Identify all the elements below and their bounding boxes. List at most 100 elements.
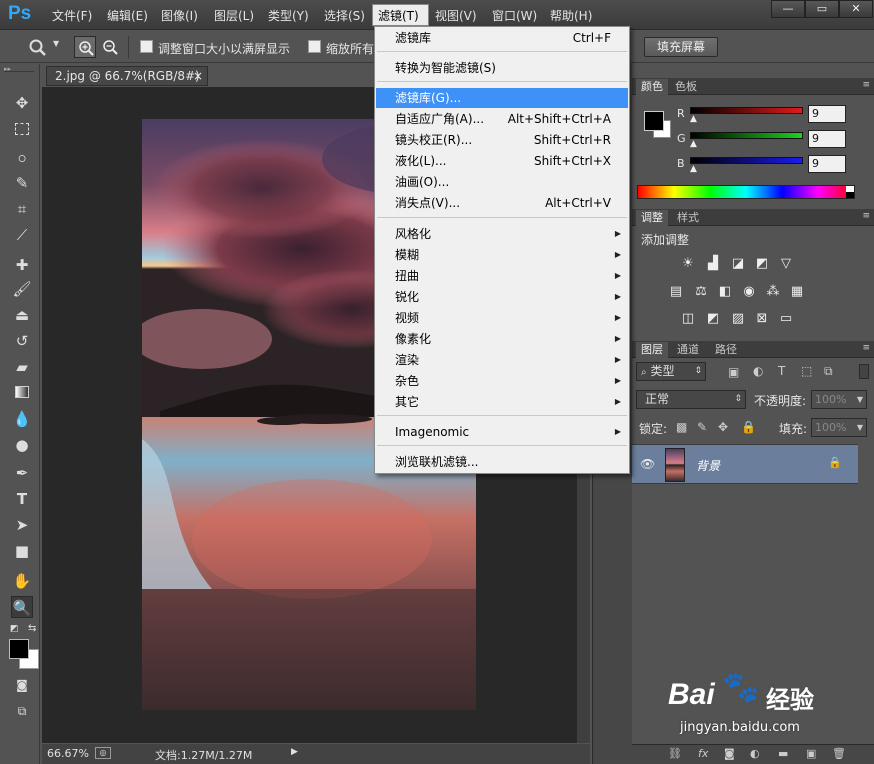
- close-window-button[interactable]: ✕: [839, 0, 873, 18]
- history-brush-tool-icon[interactable]: ↺: [11, 330, 33, 352]
- menu-item-pixelate[interactable]: 像素化 ▶: [376, 329, 628, 349]
- menu-filter[interactable]: 滤镜(T): [378, 7, 419, 24]
- menu-item-render[interactable]: 渲染 ▶: [376, 350, 628, 370]
- opacity-input[interactable]: 100% ▼: [811, 390, 867, 409]
- menu-item-convert-smart-filter[interactable]: 转换为智能滤镜(S): [376, 58, 628, 78]
- lock-transparent-icon[interactable]: ▩: [676, 420, 687, 434]
- foreground-color-swatch[interactable]: [9, 639, 29, 659]
- color-panel-menu-icon[interactable]: ≡: [862, 80, 870, 90]
- quick-mask-icon[interactable]: ◙: [11, 674, 33, 696]
- move-tool-icon[interactable]: ✥: [11, 92, 33, 114]
- menu-image[interactable]: 图像(I): [161, 7, 198, 24]
- menu-item-distort[interactable]: 扭曲 ▶: [376, 266, 628, 286]
- stamp-tool-icon[interactable]: ⏏: [11, 304, 33, 326]
- color-lookup-icon[interactable]: ▦: [788, 284, 806, 300]
- tab-styles[interactable]: 样式: [672, 210, 704, 226]
- adjustments-panel-menu-icon[interactable]: ≡: [862, 211, 870, 221]
- tab-layers[interactable]: 图层: [636, 342, 668, 358]
- channel-b-slider[interactable]: [690, 157, 803, 164]
- gradient-map-icon[interactable]: ▭: [777, 311, 795, 327]
- zoom-in-icon[interactable]: [74, 36, 96, 58]
- menu-item-sharpen[interactable]: 锐化 ▶: [376, 287, 628, 307]
- channel-g-thumb-icon[interactable]: ▲: [690, 139, 697, 149]
- menu-item-other[interactable]: 其它 ▶: [376, 392, 628, 412]
- color-balance-icon[interactable]: ⚖: [692, 284, 710, 300]
- filter-shape-icon[interactable]: ⬚: [801, 364, 812, 378]
- tab-paths[interactable]: 路径: [710, 342, 742, 358]
- new-adjustment-layer-icon[interactable]: ◐: [750, 747, 760, 760]
- menu-item-noise[interactable]: 杂色 ▶: [376, 371, 628, 391]
- menu-item-oil-paint[interactable]: 油画(O)...: [376, 172, 628, 192]
- tab-swatches[interactable]: 色板: [670, 79, 702, 95]
- levels-icon[interactable]: ▟: [704, 256, 722, 272]
- menu-item-imagenomic[interactable]: Imagenomic ▶: [376, 422, 628, 442]
- channel-b-value[interactable]: 9: [808, 155, 846, 173]
- channel-b-thumb-icon[interactable]: ▲: [690, 164, 697, 174]
- tab-channels[interactable]: 通道: [672, 342, 704, 358]
- menu-item-stylize[interactable]: 风格化 ▶: [376, 224, 628, 244]
- default-colors-icon[interactable]: ◩: [10, 624, 19, 634]
- menu-item-video[interactable]: 视频 ▶: [376, 308, 628, 328]
- toolbar-collapse-icon[interactable]: ▸▸: [4, 66, 34, 73]
- menu-item-filter-gallery-last[interactable]: 滤镜库 Ctrl+F: [376, 28, 628, 48]
- layer-kind-filter[interactable]: ⌕ 类型 ⇕: [636, 362, 706, 381]
- filter-adjustment-icon[interactable]: ◐: [753, 364, 763, 378]
- layer-name[interactable]: 背景: [696, 457, 720, 474]
- menu-item-adaptive-wide-angle[interactable]: 自适应广角(A)... Alt+Shift+Ctrl+A: [376, 109, 628, 129]
- status-info-icon[interactable]: ◎: [95, 747, 111, 759]
- fill-screen-button[interactable]: 填充屏幕: [644, 37, 718, 57]
- menu-edit[interactable]: 编辑(E): [107, 7, 148, 24]
- new-group-icon[interactable]: ▬: [778, 747, 788, 760]
- document-tab-close-icon[interactable]: ×: [193, 67, 203, 85]
- channel-mixer-icon[interactable]: ⁂: [764, 284, 782, 300]
- exposure-icon[interactable]: ◩: [753, 256, 771, 272]
- fill-input[interactable]: 100% ▼: [811, 418, 867, 437]
- dodge-tool-icon[interactable]: ●: [11, 434, 33, 456]
- blur-tool-icon[interactable]: 💧: [11, 408, 33, 430]
- lock-image-icon[interactable]: ✎: [697, 420, 707, 434]
- lock-position-icon[interactable]: ✥: [718, 420, 728, 434]
- healing-brush-tool-icon[interactable]: ✚: [11, 254, 33, 276]
- path-select-tool-icon[interactable]: ➤: [11, 514, 33, 536]
- layer-visibility-eye-icon[interactable]: 👁: [640, 457, 655, 471]
- screen-mode-icon[interactable]: ⧉: [11, 700, 33, 722]
- zoom-all-checkbox[interactable]: [308, 40, 321, 53]
- menu-layer[interactable]: 图层(L): [214, 7, 254, 24]
- menu-type[interactable]: 类型(Y): [268, 7, 309, 24]
- hue-saturation-icon[interactable]: ▤: [667, 284, 685, 300]
- channel-g-slider[interactable]: [690, 132, 803, 139]
- swap-colors-icon[interactable]: ⇆: [28, 623, 36, 634]
- channel-g-value[interactable]: 9: [808, 130, 846, 148]
- curves-icon[interactable]: ◪: [729, 256, 747, 272]
- menu-file[interactable]: 文件(F): [52, 7, 92, 24]
- filter-type-icon[interactable]: T: [778, 364, 785, 378]
- type-tool-icon[interactable]: T: [11, 488, 33, 510]
- quick-select-tool-icon[interactable]: ✎: [11, 172, 33, 194]
- menu-select[interactable]: 选择(S): [324, 7, 365, 24]
- delete-layer-icon[interactable]: 🗑: [832, 747, 846, 760]
- layer-row-background[interactable]: 👁 背景 🔒: [632, 444, 858, 484]
- resize-windows-checkbox[interactable]: [140, 40, 153, 53]
- posterize-icon[interactable]: ◩: [704, 311, 722, 327]
- layers-panel-menu-icon[interactable]: ≡: [862, 343, 870, 353]
- menu-item-filter-gallery[interactable]: 滤镜库(G)...: [376, 88, 628, 108]
- channel-r-value[interactable]: 9: [808, 105, 846, 123]
- invert-icon[interactable]: ◫: [679, 311, 697, 327]
- menu-window[interactable]: 窗口(W): [492, 7, 537, 24]
- filter-smart-object-icon[interactable]: ⧉: [824, 364, 833, 379]
- document-tab[interactable]: 2.jpg @ 66.7%(RGB/8#) ×: [46, 66, 208, 86]
- tab-color[interactable]: 颜色: [636, 79, 668, 95]
- menu-item-vanishing-point[interactable]: 消失点(V)... Alt+Ctrl+V: [376, 193, 628, 213]
- filter-pixel-icon[interactable]: ▣: [728, 365, 739, 379]
- minimize-button[interactable]: —: [771, 0, 805, 18]
- tab-adjustments[interactable]: 调整: [636, 210, 668, 226]
- pen-tool-icon[interactable]: ✒: [11, 462, 33, 484]
- maximize-button[interactable]: ▭: [805, 0, 839, 18]
- threshold-icon[interactable]: ▨: [729, 311, 747, 327]
- brightness-contrast-icon[interactable]: ☀: [679, 256, 697, 272]
- color-spectrum-bar[interactable]: [637, 185, 855, 199]
- shape-tool-icon[interactable]: ■: [11, 540, 33, 562]
- zoom-level[interactable]: 66.67%: [47, 747, 89, 760]
- photo-filter-icon[interactable]: ◉: [740, 284, 758, 300]
- vibrance-icon[interactable]: ▽: [777, 256, 795, 272]
